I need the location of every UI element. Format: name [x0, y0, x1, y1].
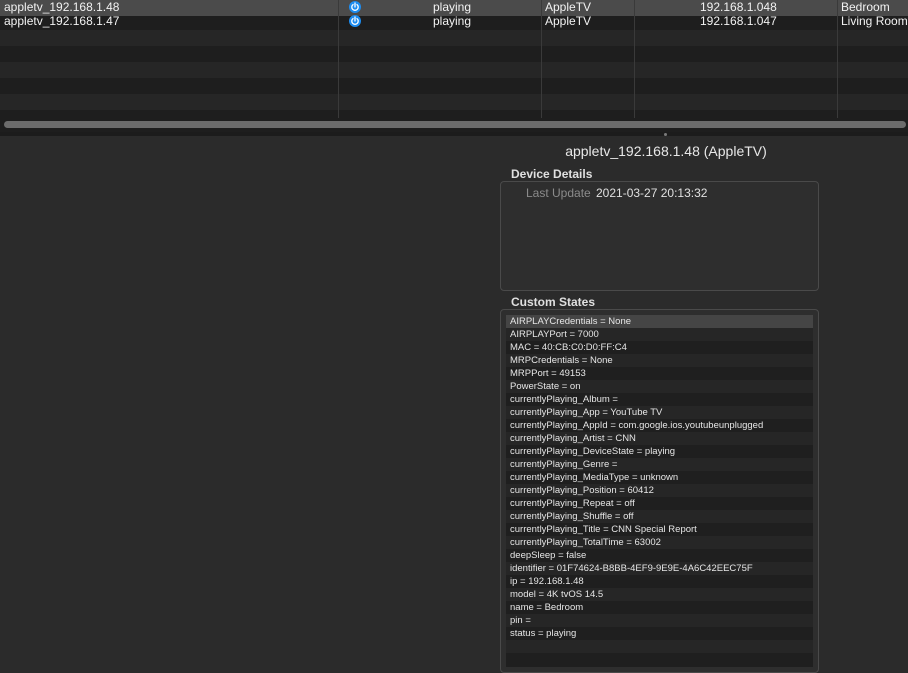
empty-state-row: [506, 640, 813, 653]
state-row[interactable]: MRPCredentials = None: [506, 354, 813, 367]
empty-row: [0, 30, 908, 46]
state-row[interactable]: model = 4K tvOS 14.5: [506, 588, 813, 601]
state-row[interactable]: currentlyPlaying_Position = 60412: [506, 484, 813, 497]
state-row[interactable]: deepSleep = false: [506, 549, 813, 562]
power-icon[interactable]: [349, 15, 361, 27]
state-row[interactable]: currentlyPlaying_App = YouTube TV: [506, 406, 813, 419]
split-divider[interactable]: [0, 132, 908, 136]
empty-row: [0, 110, 908, 118]
scrollbar-thumb[interactable]: [4, 121, 906, 128]
state-row[interactable]: currentlyPlaying_Artist = CNN: [506, 432, 813, 445]
state-row[interactable]: currentlyPlaying_Genre =: [506, 458, 813, 471]
custom-states-heading: Custom States: [511, 295, 596, 309]
state-row[interactable]: identifier = 01F74624-B8BB-4EF9-9E9E-4A6…: [506, 562, 813, 575]
device-detail-title: appletv_192.168.1.48 (AppleTV): [565, 143, 767, 159]
state-row[interactable]: currentlyPlaying_Shuffle = off: [506, 510, 813, 523]
state-row[interactable]: currentlyPlaying_Album =: [506, 393, 813, 406]
state-row[interactable]: name = Bedroom: [506, 601, 813, 614]
device-room: Living Room: [841, 14, 908, 28]
empty-row: [0, 78, 908, 94]
horizontal-scrollbar[interactable]: [0, 118, 908, 132]
state-row[interactable]: currentlyPlaying_TotalTime = 63002: [506, 536, 813, 549]
empty-row: [0, 94, 908, 110]
last-update-label: Last Update: [526, 186, 591, 200]
column-divider[interactable]: [338, 0, 339, 118]
device-state: playing: [433, 14, 472, 28]
state-row[interactable]: AIRPLAYCredentials = None: [506, 315, 813, 328]
state-row[interactable]: currentlyPlaying_Repeat = off: [506, 497, 813, 510]
table-row[interactable]: appletv_192.168.1.47 playing AppleTV 192…: [0, 14, 908, 30]
device-model: AppleTV: [545, 14, 592, 28]
state-row[interactable]: ip = 192.168.1.48: [506, 575, 813, 588]
state-row[interactable]: currentlyPlaying_MediaType = unknown: [506, 471, 813, 484]
column-divider[interactable]: [541, 0, 542, 118]
state-row[interactable]: currentlyPlaying_DeviceState = playing: [506, 445, 813, 458]
state-row[interactable]: pin =: [506, 614, 813, 627]
state-row[interactable]: currentlyPlaying_AppId = com.google.ios.…: [506, 419, 813, 432]
column-divider[interactable]: [837, 0, 838, 118]
state-row[interactable]: currentlyPlaying_Title = CNN Special Rep…: [506, 523, 813, 536]
column-divider[interactable]: [634, 0, 635, 118]
custom-states-list[interactable]: AIRPLAYCredentials = None AIRPLAYPort = 7…: [506, 315, 813, 667]
split-handle[interactable]: [664, 133, 667, 136]
device-name: appletv_192.168.1.47: [4, 14, 120, 28]
state-row[interactable]: status = playing: [506, 627, 813, 640]
device-address: 192.168.1.047: [700, 14, 777, 28]
empty-row: [0, 46, 908, 62]
empty-row: [0, 62, 908, 78]
device-table: appletv_192.168.1.48 playing AppleTV 192…: [0, 0, 908, 118]
device-details-heading: Device Details: [511, 167, 593, 181]
empty-state-row: [506, 653, 813, 666]
state-row[interactable]: AIRPLAYPort = 7000: [506, 328, 813, 341]
state-row[interactable]: MRPPort = 49153: [506, 367, 813, 380]
power-icon[interactable]: [349, 1, 361, 13]
state-row[interactable]: PowerState = on: [506, 380, 813, 393]
last-update-value: 2021-03-27 20:13:32: [596, 186, 708, 200]
state-row[interactable]: MAC = 40:CB:C0:D0:FF:C4: [506, 341, 813, 354]
